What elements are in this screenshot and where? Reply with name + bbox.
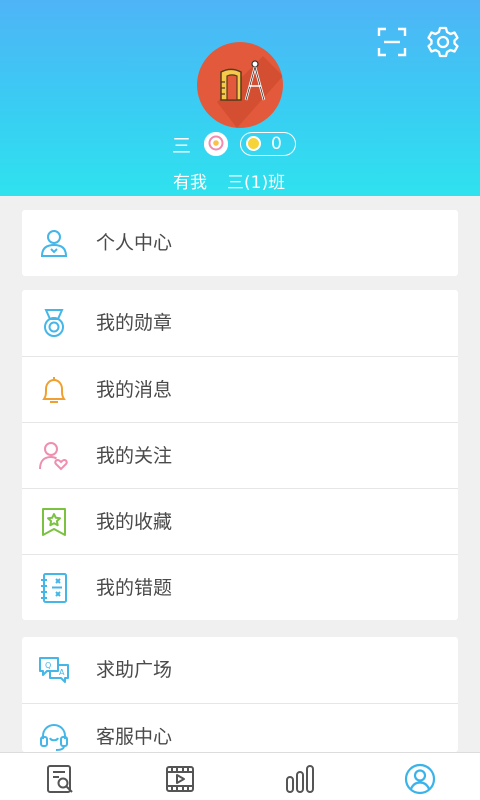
menu-label: 个人中心 [96, 232, 173, 254]
headset-icon [40, 723, 68, 751]
profile-tab-icon [404, 763, 436, 795]
exercise-tab-icon [47, 765, 73, 793]
menu-label: 客服中心 [96, 726, 173, 748]
menu-item-my-follows[interactable]: 我的关注 [22, 422, 458, 488]
school-info-line: 有我 三(1)班 [0, 166, 480, 193]
user-heart-icon [39, 442, 68, 471]
tab-profile[interactable] [404, 763, 436, 795]
scan-icon [377, 27, 407, 57]
menu-item-personal-center[interactable]: 个人中心 [22, 210, 458, 276]
menu-label: 求助广场 [96, 659, 173, 681]
tab-video[interactable] [164, 763, 196, 795]
user-icon [40, 230, 68, 257]
menu-item-my-messages[interactable]: 我的消息 [22, 356, 458, 422]
stats-tab-icon [286, 765, 314, 793]
qa-chat-icon: Q A [39, 657, 69, 683]
svg-text:Q: Q [45, 661, 51, 670]
user-name: 三 [172, 135, 192, 157]
menu-item-help-square[interactable]: Q A 求助广场 [22, 637, 458, 703]
settings-button[interactable] [426, 25, 460, 59]
help-card: Q A 求助广场 客服中心 [22, 637, 458, 752]
tab-exercise[interactable] [44, 763, 76, 795]
menu-item-customer-service[interactable]: 客服中心 [22, 703, 458, 752]
medal-icon [44, 309, 64, 337]
menu-label: 我的错题 [96, 577, 173, 599]
scan-button[interactable] [376, 26, 408, 58]
bottom-tab-bar [0, 752, 480, 800]
user-info-line: 三 0 [0, 129, 480, 159]
level-badge [204, 132, 228, 156]
menu-item-my-favorites[interactable]: 我的收藏 [22, 488, 458, 554]
menu-label: 我的消息 [96, 379, 173, 401]
profile-header: 三 0 有我 三(1)班 [0, 0, 480, 196]
svg-text:A: A [59, 668, 65, 677]
menu-item-my-mistakes[interactable]: 我的错题 [22, 554, 458, 620]
geometry-tools-icon [217, 56, 283, 128]
gear-icon [427, 26, 459, 58]
bell-icon [42, 377, 66, 403]
menu-label: 我的收藏 [96, 511, 173, 533]
menu-label: 我的勋章 [96, 312, 173, 334]
coin-count: 0 [271, 134, 282, 154]
school-name: 有我 [173, 173, 207, 193]
coin-balance[interactable]: 0 [240, 132, 296, 156]
coin-icon [246, 136, 261, 151]
menu-label: 我的关注 [96, 445, 173, 467]
avatar[interactable] [197, 42, 283, 128]
personal-card: 个人中心 [22, 210, 458, 276]
video-tab-icon [166, 766, 194, 792]
mine-card: 我的勋章 我的消息 我的关注 我的收藏 我的错题 [22, 290, 458, 620]
bookmark-star-icon [42, 508, 66, 536]
class-name: 三(1)班 [227, 173, 286, 193]
wrong-questions-icon [41, 573, 67, 603]
tab-stats[interactable] [284, 763, 316, 795]
menu-item-my-medals[interactable]: 我的勋章 [22, 290, 458, 356]
level-badge-icon [204, 132, 228, 156]
